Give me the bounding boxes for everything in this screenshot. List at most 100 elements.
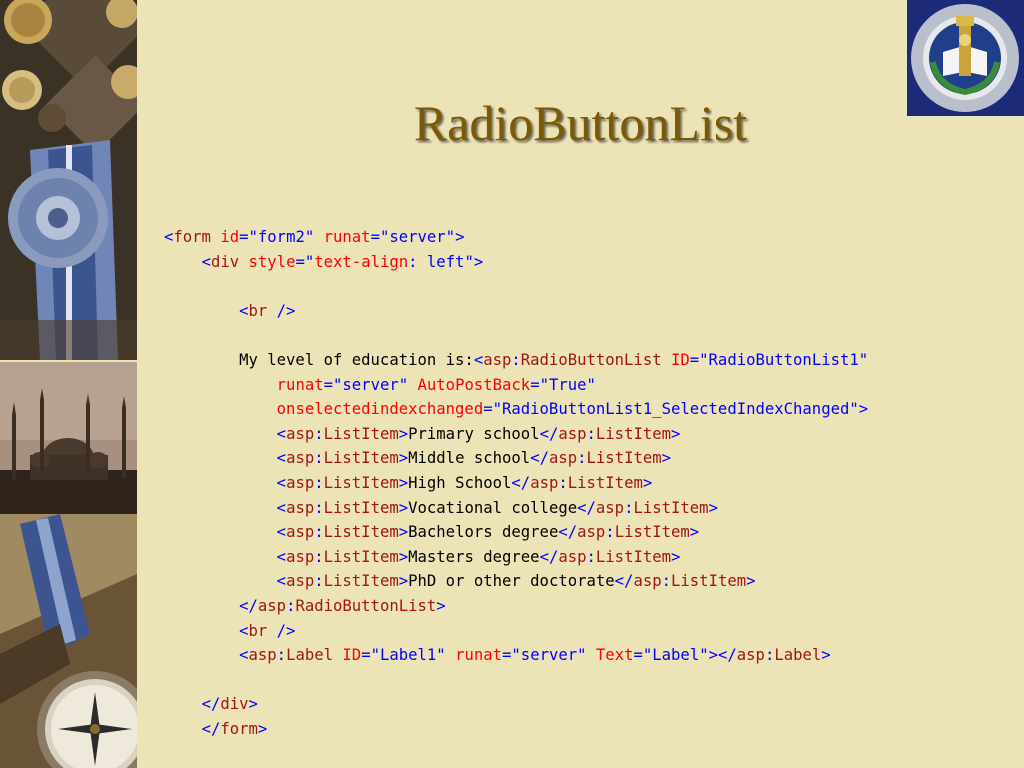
code-token: : [408, 252, 418, 271]
code-token: : [605, 523, 615, 542]
code-token: </ [614, 572, 634, 591]
code-token: asp [548, 449, 578, 468]
code-token: PhD or other doctorate [408, 572, 615, 591]
code-token: < [276, 547, 287, 566]
code-token: : [764, 646, 775, 665]
code-block: <form id="form2" runat="server"> <div st… [164, 225, 868, 741]
code-token: asp [577, 523, 606, 542]
code-token: </ [539, 547, 559, 566]
code-line: </form> [164, 717, 868, 742]
code-token: : [661, 572, 672, 591]
code-token: =" [295, 252, 315, 271]
code-token: < [276, 449, 287, 468]
code-token: </ [239, 596, 258, 615]
code-token: asp [286, 523, 315, 542]
code-token: : [314, 523, 324, 542]
code-token: onselectedindexchanged [276, 400, 484, 419]
code-token: Label [774, 646, 822, 665]
code-token: ListItem [323, 572, 399, 591]
code-token: > [746, 572, 756, 591]
code-token: ="Label1" [361, 646, 446, 665]
code-token: My level of education is: [164, 350, 474, 369]
code-token: < [239, 646, 249, 665]
code-line: <asp:ListItem>Masters degree</asp:ListIt… [164, 545, 868, 570]
code-token: ="server" [323, 375, 409, 394]
code-token: : [276, 646, 287, 665]
code-token: > [661, 449, 672, 468]
code-token: < [276, 424, 287, 443]
code-token: asp [483, 350, 512, 369]
code-token: Vocational college [408, 498, 578, 517]
code-token: asp [558, 547, 587, 566]
code-line: <asp:ListItem>PhD or other doctorate</as… [164, 569, 868, 594]
code-token: > [398, 424, 409, 443]
code-token: ="form2" [239, 228, 315, 246]
mosque-silhouette-photo [0, 360, 137, 514]
code-token: : [314, 498, 324, 517]
code-token: ListItem [671, 572, 747, 591]
code-token: div [210, 252, 240, 271]
code-token: asp [248, 646, 277, 665]
code-token: form [220, 719, 258, 738]
code-token: </ [201, 695, 221, 714]
code-token: ="server" [502, 646, 587, 665]
code-token: asp [736, 646, 765, 665]
code-token: ID [661, 350, 690, 369]
code-line: <asp:ListItem>Bachelors degree</asp:List… [164, 520, 868, 545]
code-token: < [473, 350, 484, 369]
code-line: <asp:ListItem>Middle school</asp:ListIte… [164, 446, 868, 471]
mosque-illustration [0, 360, 137, 514]
code-token: > [398, 498, 409, 517]
code-token: ListItem [595, 547, 672, 566]
code-token: > [821, 646, 831, 665]
code-token: asp [286, 547, 315, 566]
compass-illustration [0, 514, 137, 768]
code-token: Text [586, 646, 634, 665]
code-token: < [276, 473, 287, 492]
code-token: ListItem [595, 424, 672, 443]
code-token: ="Label"></ [633, 646, 737, 665]
code-line: runat="server" AutoPostBack="True" [164, 373, 868, 398]
code-token: ListItem [323, 498, 399, 517]
code-line: <asp:Label ID="Label1" runat="server" Te… [164, 643, 868, 668]
code-token: RadioButtonList [295, 596, 437, 615]
code-token: ="RadioButtonList1" [689, 350, 869, 369]
code-token: < [276, 523, 287, 542]
code-token: : [314, 547, 324, 566]
code-token: /> [267, 621, 296, 640]
code-token: > [642, 473, 653, 492]
code-token: : [586, 424, 596, 443]
code-token: > [689, 523, 700, 542]
code-token: runat [276, 375, 324, 394]
code-token: > [671, 424, 681, 443]
code-token: ListItem [323, 424, 399, 443]
code-token: asp [530, 473, 559, 492]
code-token: asp [257, 596, 287, 615]
code-token: ="True" [530, 375, 596, 394]
code-line: <form id="form2" runat="server"> [164, 225, 868, 250]
code-token: asp [286, 424, 315, 443]
code-line: onselectedindexchanged="RadioButtonList1… [164, 397, 868, 422]
code-token: ListItem [633, 498, 709, 517]
compass-photo [0, 514, 137, 768]
code-line: <asp:ListItem>Vocational college</asp:Li… [164, 496, 868, 521]
code-token: ListItem [323, 523, 399, 542]
code-token: Bachelors degree [408, 523, 559, 542]
code-token: Middle school [408, 449, 531, 468]
code-token: : [577, 449, 587, 468]
code-token: asp [286, 498, 315, 517]
slide-title: RadioButtonList [413, 95, 748, 151]
code-token: ListItem [323, 547, 399, 566]
code-token: ListItem [586, 449, 662, 468]
